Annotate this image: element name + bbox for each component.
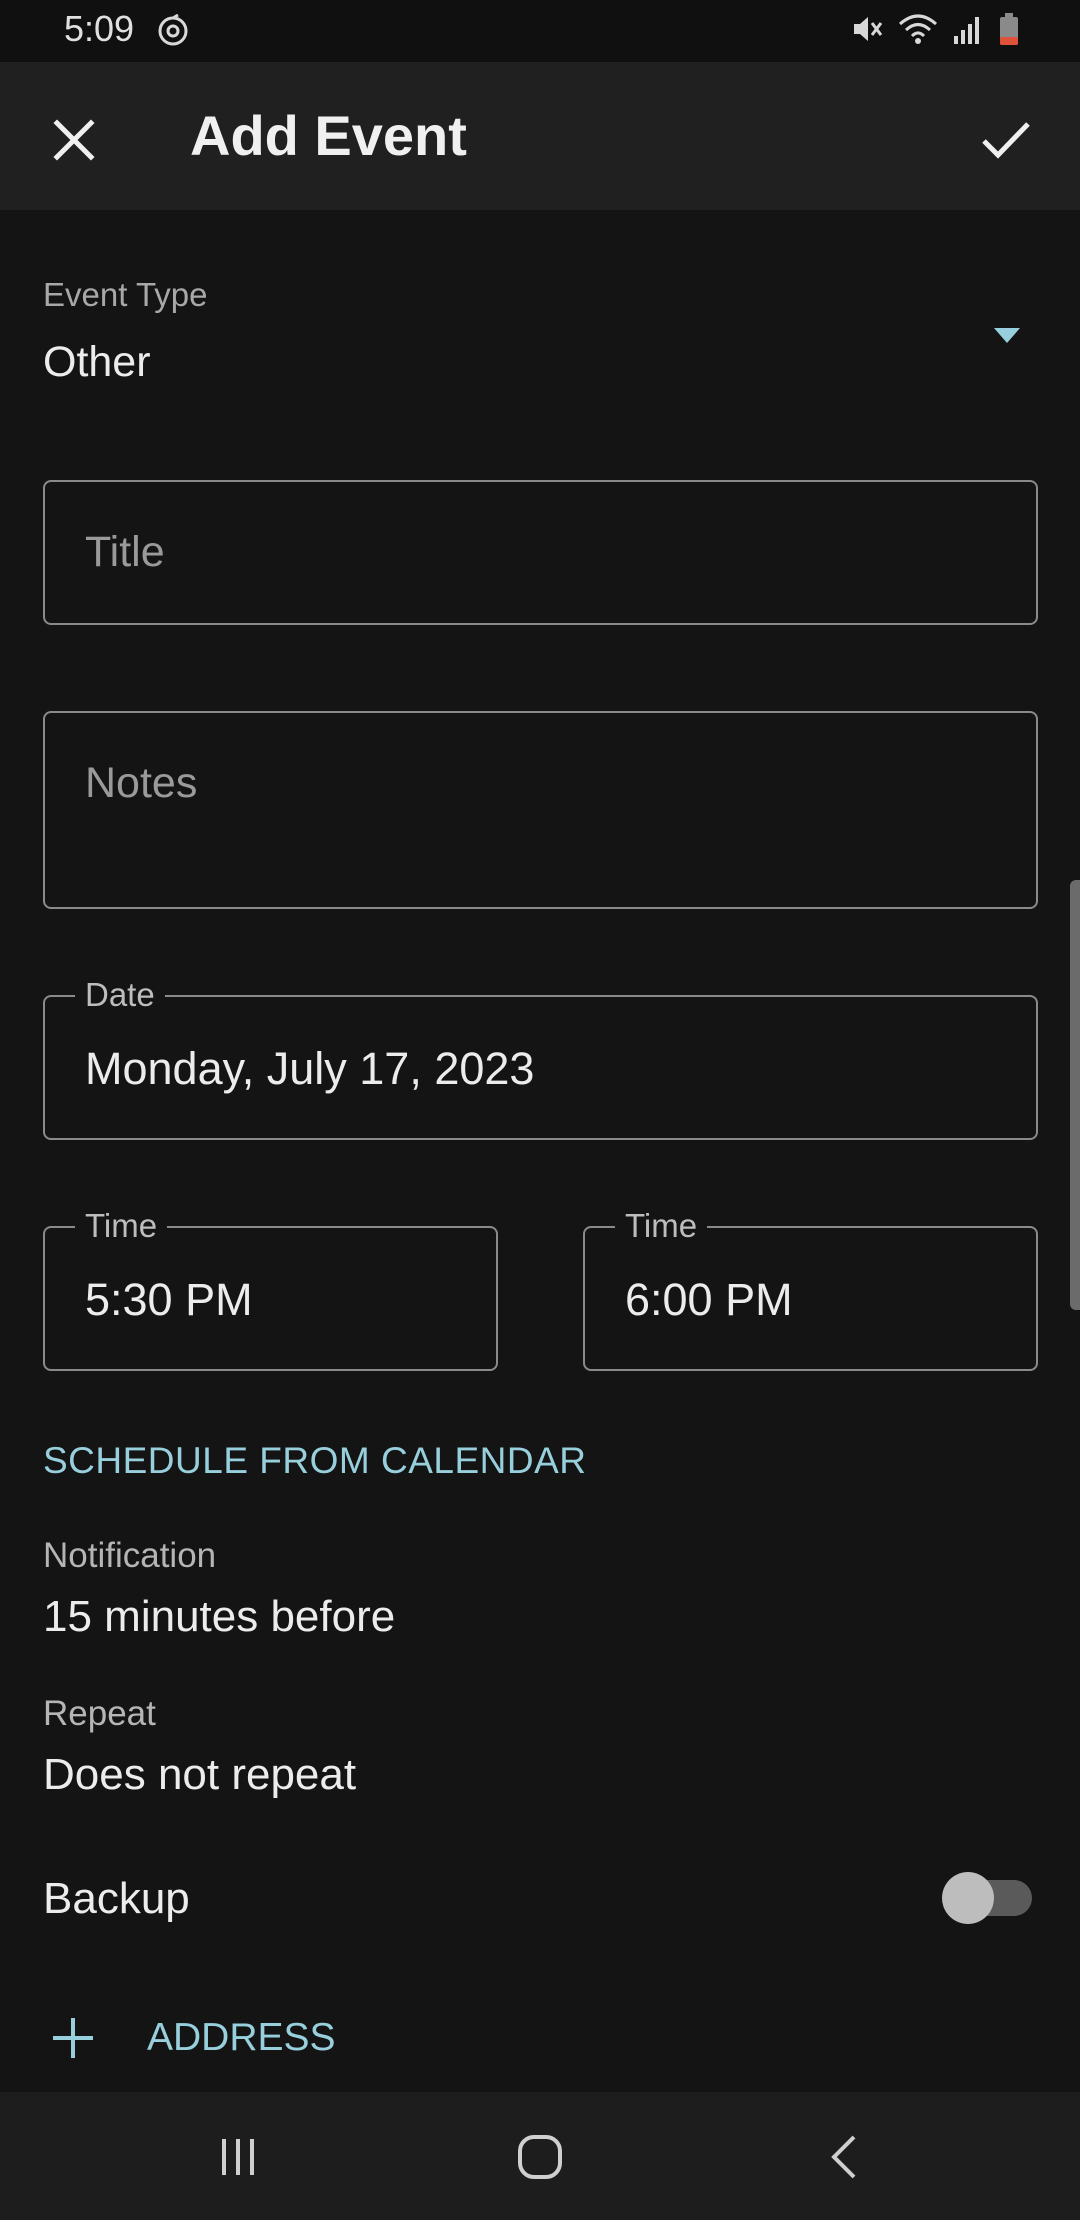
back-icon (831, 2135, 856, 2179)
check-icon (982, 122, 1030, 159)
start-time-field[interactable]: Time 5:30 PM (43, 1206, 498, 1371)
close-icon (53, 119, 95, 161)
battery-icon (998, 12, 1020, 51)
scrollbar[interactable] (1070, 880, 1080, 1310)
repeat-value: Does not repeat (43, 1750, 357, 1799)
recents-icon (222, 2139, 254, 2175)
start-time-label: Time (75, 1206, 168, 1246)
signal-icon (952, 12, 984, 51)
recents-button[interactable] (198, 2122, 278, 2192)
event-type-label: Event Type (43, 276, 208, 313)
navigation-bar (0, 2092, 1080, 2220)
plus-icon (53, 2018, 93, 2058)
wifi-icon (898, 12, 938, 51)
save-button[interactable] (968, 102, 1044, 178)
notification-value: 15 minutes before (43, 1592, 396, 1641)
mute-icon (850, 12, 884, 51)
event-type-value: Other (43, 338, 151, 386)
home-button[interactable] (500, 2122, 580, 2192)
schedule-from-calendar-button[interactable]: SCHEDULE FROM CALENDAR (43, 1440, 586, 1482)
add-event-screen: 5:09 Add Event Event Type Other Title No… (0, 0, 1080, 2220)
add-address-button[interactable]: ADDRESS (43, 2008, 336, 2068)
end-time-field[interactable]: Time 6:00 PM (583, 1206, 1038, 1371)
end-time-value: 6:00 PM (625, 1274, 793, 1325)
dropdown-arrow-icon (994, 328, 1020, 343)
notification-label: Notification (43, 1536, 217, 1575)
page-title: Add Event (190, 104, 467, 167)
date-label: Date (75, 975, 165, 1015)
backup-label: Backup (43, 1874, 190, 1923)
status-icons (850, 12, 1020, 51)
home-icon (518, 2135, 562, 2179)
status-time: 5:09 (64, 8, 135, 49)
backup-toggle[interactable] (942, 1870, 1034, 1926)
close-button[interactable] (36, 102, 112, 178)
end-time-label: Time (615, 1206, 708, 1246)
start-time-value: 5:30 PM (85, 1274, 253, 1325)
date-value: Monday, July 17, 2023 (85, 1043, 535, 1094)
back-button[interactable] (804, 2122, 884, 2192)
toggle-thumb (942, 1872, 994, 1924)
title-field[interactable]: Title (43, 480, 1038, 625)
notes-placeholder: Notes (85, 759, 198, 807)
status-bar: 5:09 (0, 0, 1080, 62)
repeat-label: Repeat (43, 1694, 156, 1733)
sync-icon (156, 13, 190, 53)
date-field[interactable]: Date Monday, July 17, 2023 (43, 975, 1038, 1140)
title-placeholder: Title (85, 528, 165, 576)
notes-field[interactable]: Notes (43, 711, 1038, 909)
app-bar: Add Event (0, 62, 1080, 210)
address-label: ADDRESS (147, 2016, 336, 2059)
